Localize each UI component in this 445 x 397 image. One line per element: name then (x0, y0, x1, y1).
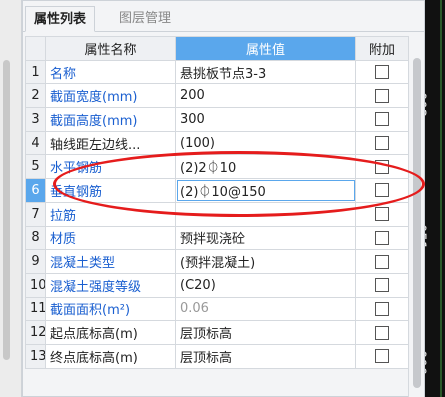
property-value[interactable]: 层顶标高 (175, 343, 356, 369)
property-row[interactable]: 1 名称 悬挑板节点3-3 (25, 59, 409, 85)
row-index[interactable]: 2 (25, 83, 46, 109)
row-index[interactable]: 1 (25, 59, 46, 85)
add-cell (355, 296, 409, 322)
property-name: 截面面积(m²) (45, 296, 176, 322)
property-name: 起点底标高(m) (45, 320, 176, 345)
property-name: 截面宽度(mm) (45, 83, 176, 109)
row-index[interactable]: 13 (25, 343, 46, 369)
property-name: 截面高度(mm) (45, 107, 176, 132)
add-column-header[interactable]: 附加 (355, 36, 409, 61)
grid-scrollbar[interactable] (408, 36, 424, 397)
add-checkbox[interactable] (375, 183, 389, 198)
left-scrollbar[interactable] (3, 60, 10, 360)
index-column-header (25, 36, 46, 61)
grid-scrollbar-thumb[interactable] (413, 58, 421, 388)
property-value[interactable]: (预拌混凝土) (175, 249, 356, 274)
property-value[interactable]: 300 (175, 107, 356, 132)
row-index[interactable]: 6 (25, 178, 46, 203)
add-cell (355, 343, 409, 369)
row-index[interactable]: 11 (25, 296, 46, 322)
add-cell (355, 272, 409, 298)
cad-canvas-strip[interactable]: 002 051 000 (425, 0, 445, 397)
value-column-header[interactable]: 属性值 (175, 36, 356, 61)
add-checkbox[interactable] (375, 207, 389, 222)
row-index[interactable]: 5 (25, 154, 46, 180)
property-row[interactable]: 11 截面面积(m²) 0.06 (25, 296, 409, 322)
add-checkbox[interactable] (375, 136, 389, 151)
row-index[interactable]: 7 (25, 201, 46, 227)
add-cell (355, 320, 409, 345)
property-value-editor[interactable]: (2)⏀10@150 (175, 178, 356, 203)
property-value[interactable]: (C20) (175, 272, 356, 298)
property-row[interactable]: 13 终点底标高(m) 层顶标高 (25, 343, 409, 369)
property-row[interactable]: 6 垂直钢筋 (2)⏀10@150 (25, 178, 409, 203)
add-cell (355, 201, 409, 227)
cad-grid-line (440, 0, 442, 397)
tab-property-list[interactable]: 属性列表 (25, 6, 96, 32)
property-name: 名称 (45, 59, 176, 85)
row-index[interactable]: 8 (25, 225, 46, 251)
property-row[interactable]: 3 截面高度(mm) 300 (25, 107, 409, 132)
property-name: 拉筋 (45, 201, 176, 227)
add-checkbox[interactable] (375, 65, 389, 80)
add-checkbox[interactable] (375, 88, 389, 103)
property-row[interactable]: 2 截面宽度(mm) 200 (25, 83, 409, 109)
property-value[interactable]: 0.06 (175, 296, 356, 322)
name-column-header[interactable]: 属性名称 (45, 36, 176, 61)
property-name: 混凝土类型 (45, 249, 176, 274)
property-row[interactable]: 4 轴线距左边线... (100) (25, 130, 409, 156)
add-checkbox[interactable] (375, 159, 389, 174)
property-value[interactable]: (100) (175, 130, 356, 156)
property-row[interactable]: 10 混凝土强度等级 (C20) (25, 272, 409, 298)
property-value[interactable]: 预拌现浇砼 (175, 225, 356, 251)
add-cell (355, 83, 409, 109)
property-panel: 属性列表 图层管理 属性名称 属性值 附加 1 名称 悬挑板节点3-3 2 截面宽度(m… (22, 0, 425, 397)
property-value[interactable]: (2)2⏀10 (175, 154, 356, 180)
row-index[interactable]: 10 (25, 272, 46, 298)
property-value[interactable]: 200 (175, 83, 356, 109)
add-cell (355, 154, 409, 180)
add-checkbox[interactable] (375, 112, 389, 127)
cad-dimension-label: 002 (425, 92, 428, 118)
property-value[interactable]: 层顶标高 (175, 320, 356, 345)
property-value[interactable]: 悬挑板节点3-3 (175, 59, 356, 85)
add-cell (355, 249, 409, 274)
property-name: 轴线距左边线... (45, 130, 176, 156)
add-checkbox[interactable] (375, 325, 389, 340)
add-cell (355, 130, 409, 156)
property-row[interactable]: 8 材质 预拌现浇砼 (25, 225, 409, 251)
row-index[interactable]: 9 (25, 249, 46, 274)
add-checkbox[interactable] (375, 230, 389, 245)
panel-tabs: 属性列表 图层管理 (23, 6, 424, 32)
add-cell (355, 107, 409, 132)
row-index[interactable]: 3 (25, 107, 46, 132)
left-dock-gutter (0, 0, 22, 397)
property-row[interactable]: 12 起点底标高(m) 层顶标高 (25, 320, 409, 345)
property-value[interactable] (175, 201, 356, 227)
row-index[interactable]: 4 (25, 130, 46, 156)
property-name: 混凝土强度等级 (45, 272, 176, 298)
add-checkbox[interactable] (375, 301, 389, 316)
property-name: 垂直钢筋 (45, 178, 176, 203)
add-checkbox[interactable] (375, 278, 389, 293)
property-row[interactable]: 5 水平钢筋 (2)2⏀10 (25, 154, 409, 180)
add-checkbox[interactable] (375, 254, 389, 269)
property-name: 水平钢筋 (45, 154, 176, 180)
add-checkbox[interactable] (375, 349, 389, 364)
tab-layer-management[interactable]: 图层管理 (111, 6, 179, 32)
add-cell (355, 225, 409, 251)
add-cell (355, 178, 409, 203)
property-row[interactable]: 9 混凝土类型 (预拌混凝土) (25, 249, 409, 274)
property-grid: 属性名称 属性值 附加 1 名称 悬挑板节点3-3 2 截面宽度(mm) 200 3 截面高度… (25, 36, 409, 369)
add-cell (355, 59, 409, 85)
row-index[interactable]: 12 (25, 320, 46, 345)
property-name: 终点底标高(m) (45, 343, 176, 369)
cad-dimension-label: 000 (425, 350, 428, 376)
cad-dimension-label: 051 (425, 224, 428, 250)
property-name: 材质 (45, 225, 176, 251)
property-row[interactable]: 7 拉筋 (25, 201, 409, 227)
